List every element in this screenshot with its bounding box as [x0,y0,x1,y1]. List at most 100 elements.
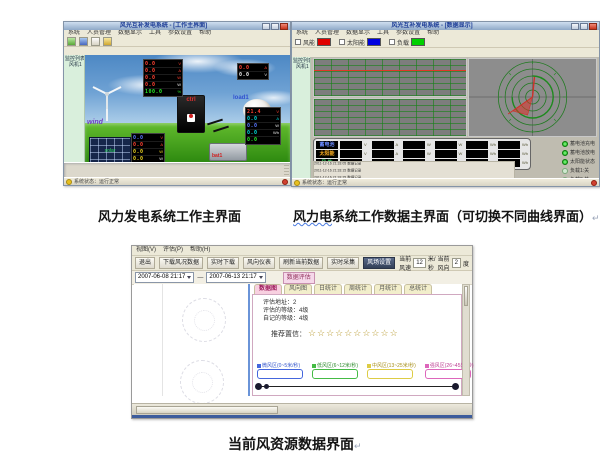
main-window-titlebar[interactable]: 风光互补发电系统 - [工作主界面] [64,22,290,30]
zone-calm: 微风区(0~5米/秒) [257,363,303,379]
menu-item[interactable]: 数据显示 [118,30,142,37]
vertical-scrollbar[interactable] [462,284,470,396]
chevron-down-icon [187,276,191,279]
date-from-combo[interactable]: 2007-06-08 21:17 [135,272,194,283]
horizontal-scrollbar[interactable] [136,406,278,414]
menu-item[interactable]: 参数设置 [396,30,420,37]
display-value: 0.0 [145,61,156,67]
legend-wind[interactable]: 风能 [295,38,331,47]
menu-item[interactable]: 视图(V) [136,246,156,255]
connect-icon[interactable] [67,37,76,46]
menu-item[interactable]: 人员管理 [315,30,339,37]
device-tree[interactable]: 监控列表 风机1 [292,57,311,179]
display-unit: A [275,116,279,122]
evaluate-button[interactable]: 数据评估 [283,272,315,284]
tree-item[interactable]: 风机1 [65,62,83,68]
main-statusbar: 系统状态：运行正常 [64,177,290,185]
main-status-text: 系统状态：运行正常 [74,178,119,185]
status-alarm-icon [282,179,288,185]
settings-icon[interactable] [91,37,100,46]
minimize-button[interactable] [571,23,579,30]
toolbar-button[interactable]: 风场设置 [363,257,395,269]
menu-item[interactable]: 系统 [68,30,80,37]
checkbox-icon[interactable] [295,39,301,45]
tree-item[interactable]: 风机1 [293,64,309,70]
toolbar-button[interactable]: 实时下载 [207,257,239,269]
readout-unit: A [396,141,402,149]
menu-item[interactable]: 评估(P) [163,246,183,255]
display-unit: A [177,68,181,74]
tab-wind-rose[interactable]: 风向图 [284,284,312,294]
status-warn-icon [294,180,300,186]
close-button[interactable] [589,23,597,30]
minimize-button[interactable] [262,23,270,30]
menu-item[interactable]: 人员管理 [87,30,111,37]
readout-unit: Wh [522,159,528,167]
menu-item[interactable]: 数据显示 [346,30,370,37]
tab-total[interactable]: 总统计 [404,284,432,294]
readout-unit: A [396,150,402,158]
help-icon[interactable] [103,37,112,46]
zone-box [312,369,358,379]
display-panel-main: 0.0V 0.0A 0.0W 0.0W 100.0% [143,59,183,97]
curve-chart-top [313,58,467,97]
indicator-label: 蓄电池充电 [570,140,595,147]
menu-item[interactable]: 帮助(H) [190,246,210,255]
zone-box [367,369,413,379]
toolbar-button[interactable]: 风向仪表 [243,257,275,269]
menu-item[interactable]: 参数设置 [168,30,192,37]
maximize-button[interactable] [271,23,279,30]
display-unit: W [274,123,279,129]
display-value: 0.0 [247,116,258,122]
display-value: 0.0 [133,135,144,141]
slider-handle-mid[interactable] [264,384,269,389]
field-row: 自记的等级：4级 [263,315,451,323]
log-line: 2011-12-16 21:33:15 数据记录 [314,169,414,173]
event-log[interactable]: 2011-12-16 21:33:05 数据记录 2011-12-16 21:3… [313,161,515,179]
time-range-slider[interactable] [255,383,459,390]
display-unit: A [263,65,267,71]
menu-item[interactable]: 工具 [377,30,389,37]
menu-item[interactable]: 帮助 [427,30,439,37]
date-to-value: 2007-06-13 21:17 [209,273,256,282]
display-value: 0.0 [239,65,250,71]
checkbox-icon[interactable] [389,39,395,45]
slider-handle-left[interactable] [255,383,262,390]
menu-item[interactable]: 帮助 [199,30,211,37]
device-tree[interactable]: 监控列表 风机1 [64,55,85,162]
data-icon[interactable] [79,37,88,46]
toolbar-button[interactable]: 刷新当前数据 [279,257,323,269]
display-unit: V [177,61,181,67]
green-led-icon [562,141,568,147]
date-to-combo[interactable]: 2007-06-13 21:17 [206,272,265,283]
toolbar-button[interactable]: 实时采集 [327,257,359,269]
maximize-button[interactable] [580,23,588,30]
battery-row: 蓄电池 21.4V 0.0A 0.0W 0.0W 0.0Wh 0.0Wh [316,141,528,149]
resize-grip-icon[interactable] [284,165,289,175]
display-panel-battery: 21.4V 0.0A 0.0W 0.0Wh 0.0 [245,107,281,145]
close-button[interactable] [280,23,288,30]
caption-bottom-text: 当前风资源数据界面 [228,438,354,453]
tab-monthly[interactable]: 月统计 [374,284,402,294]
scrollbar-thumb[interactable] [464,286,468,306]
slider-handle-right[interactable] [452,383,459,390]
legend-solar[interactable]: 太阳能 [339,38,381,47]
toolbar-button[interactable]: 退出 [135,257,155,269]
tab-weekly[interactable]: 周统计 [344,284,372,294]
menu-item[interactable]: 工具 [149,30,161,37]
zone-box [257,369,303,379]
data-body: 监控列表 风机1 [292,57,599,179]
checkbox-icon[interactable] [339,39,345,45]
data-window-titlebar[interactable]: 风光互补发电系统 - [数据显示] [292,22,599,30]
controller-label: ctrl [178,96,204,104]
caption-right: 风力电系统工作数据主界面（可切换不同曲线界面）↵ [293,206,600,225]
indicator: 蓄电池充电 [562,139,595,148]
legend-load[interactable]: 负载 [389,38,425,47]
tab-data-chart[interactable]: 数据图 [254,284,282,294]
zone-legend: 微风区(0~5米/秒) 低风区(6~12米/秒) 中风区(13~25米/秒) [257,363,474,379]
status-warn-icon [66,179,72,185]
tab-daily[interactable]: 日统计 [314,284,342,294]
menu-item[interactable]: 系统 [296,30,308,37]
toolbar-button[interactable]: 下载风况数据 [159,257,203,269]
wind-curve-line [314,70,466,71]
